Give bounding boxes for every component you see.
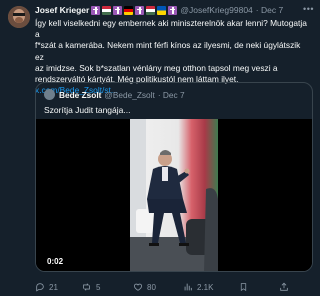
share-icon [280, 282, 288, 291]
quote-author-name: Bede Zsolt [59, 89, 102, 100]
quote-text: Szorítja Judit tangája... [44, 105, 131, 115]
author-handle[interactable]: @JosefKrieg99804 [180, 4, 252, 16]
reply-button[interactable]: 21 [35, 282, 81, 292]
tweet-text-line: Így kell viselkedni egy embernek aki min… [35, 18, 307, 40]
tweet-actions: 21 5 80 2.1K [35, 280, 316, 294]
like-button[interactable]: 80 [133, 282, 183, 292]
tweet-text-line: az imidzse. Sok b*szatlan vénlány meg ot… [35, 62, 278, 73]
quote-avatar [44, 89, 55, 100]
cross-emoji-icon [91, 5, 101, 15]
quote-header: Bede Zsolt @Bede_Zsolt · Dec 7 [44, 89, 185, 100]
views-icon [184, 283, 192, 291]
bookmark-icon [240, 283, 247, 292]
view-count: 2.1K [197, 282, 214, 292]
quoted-tweet[interactable]: Bede Zsolt @Bede_Zsolt · Dec 7 Szorítja … [35, 82, 313, 272]
cross-emoji-icon [113, 5, 123, 15]
views-button[interactable]: 2.1K [183, 282, 239, 292]
avatar[interactable] [8, 6, 30, 28]
cross-emoji-icon [168, 5, 178, 15]
hungary-flag-icon [146, 5, 156, 15]
tweet-header: Josef Krieger @JosefKrieg99804 · Dec 7 [35, 4, 316, 16]
quote-time: · Dec 7 [157, 89, 185, 100]
more-icon[interactable]: ••• [303, 4, 314, 14]
reply-icon [36, 283, 44, 292]
share-button[interactable] [279, 282, 293, 292]
ukraine-flag-icon [157, 5, 167, 15]
cross-emoji-icon [135, 5, 145, 15]
hungary-flag-icon [102, 5, 112, 15]
author-name[interactable]: Josef Krieger [35, 4, 89, 16]
tweet[interactable]: Josef Krieger @JosefKrieg99804 · Dec 7 Í… [0, 0, 320, 296]
germany-flag-icon [124, 5, 134, 15]
repost-icon [83, 283, 90, 291]
repost-count: 5 [96, 282, 101, 292]
reply-count: 21 [49, 282, 58, 292]
repost-button[interactable]: 5 [81, 282, 133, 292]
like-count: 80 [147, 282, 156, 292]
tweet-text-line: f*szát a kamerába. Nekem mint férfi kíno… [35, 40, 301, 62]
tweet-time[interactable]: · Dec 7 [256, 4, 283, 16]
bookmark-button[interactable] [239, 282, 279, 292]
video-player[interactable]: 0:02 [36, 119, 312, 271]
video-thumbnail [36, 119, 312, 271]
heart-icon [133, 283, 143, 291]
video-duration: 0:02 [47, 257, 64, 266]
quote-author-handle: @Bede_Zsolt [104, 89, 155, 100]
avatar-image [8, 6, 30, 28]
